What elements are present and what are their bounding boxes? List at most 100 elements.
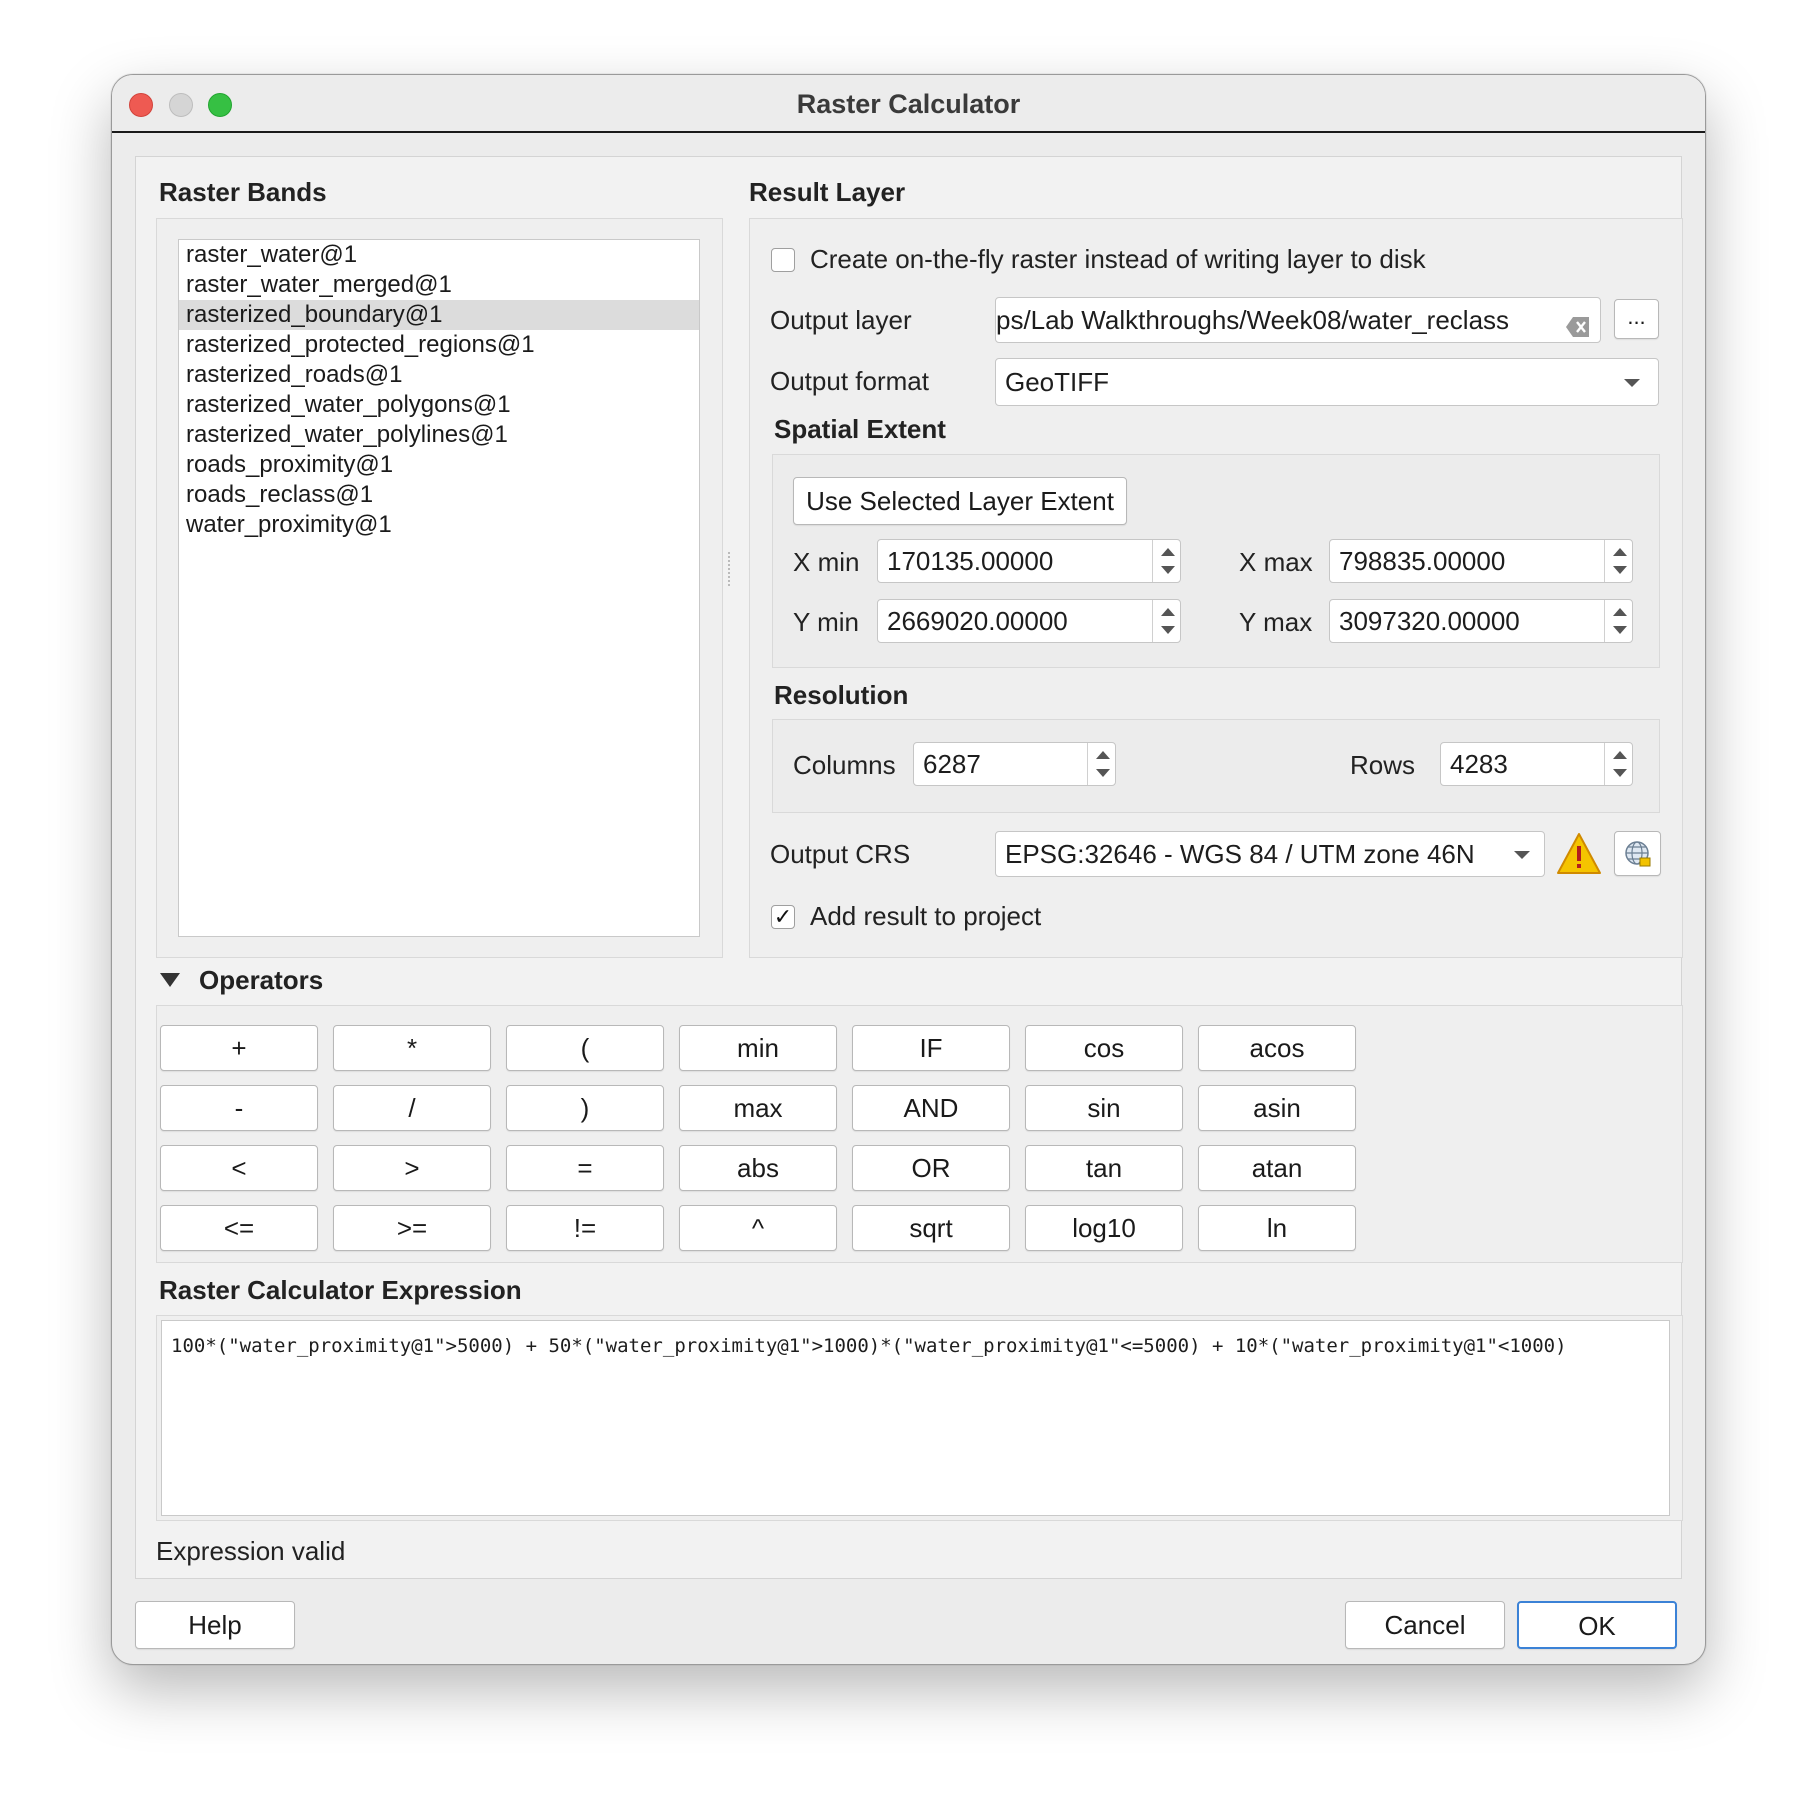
xmax-value: 798835.00000 [1339, 546, 1506, 576]
operator-button[interactable]: < [160, 1145, 318, 1191]
output-format-value: GeoTIFF [1005, 367, 1110, 397]
rows-label: Rows [1350, 750, 1416, 780]
on-the-fly-label: Create on-the-fly raster instead of writ… [810, 244, 1426, 274]
operator-button[interactable]: acos [1198, 1025, 1356, 1071]
clear-icon[interactable] [1566, 309, 1590, 337]
band-list-item[interactable]: water_proximity@1 [179, 510, 699, 540]
output-crs-label: Output CRS [770, 839, 911, 869]
output-format-label: Output format [770, 366, 929, 396]
columns-label: Columns [793, 750, 896, 780]
add-result-label: Add result to project [810, 901, 1042, 931]
operator-button[interactable]: > [333, 1145, 491, 1191]
xmax-stepper[interactable] [1604, 540, 1632, 582]
output-layer-field[interactable]: ps/Lab Walkthroughs/Week08/water_reclass [995, 297, 1601, 343]
triangle-down-icon[interactable] [158, 971, 182, 994]
expression-status: Expression valid [156, 1536, 346, 1566]
operator-button[interactable]: >= [333, 1205, 491, 1251]
operator-button[interactable]: + [160, 1025, 318, 1071]
ok-button[interactable]: OK [1517, 1601, 1677, 1649]
band-list-item[interactable]: raster_water@1 [179, 240, 699, 270]
rows-value: 4283 [1450, 749, 1508, 779]
operator-button[interactable]: atan [1198, 1145, 1356, 1191]
operator-button[interactable]: OR [852, 1145, 1010, 1191]
output-crs-value: EPSG:32646 - WGS 84 / UTM zone 46N [1005, 839, 1475, 869]
operator-button[interactable]: / [333, 1085, 491, 1131]
chevron-down-icon [1514, 851, 1530, 859]
ymin-spinbox[interactable]: 2669020.00000 [877, 599, 1181, 643]
xmin-label: X min [793, 547, 860, 577]
operator-button[interactable]: cos [1025, 1025, 1183, 1071]
xmin-stepper[interactable] [1152, 540, 1180, 582]
cancel-button[interactable]: Cancel [1345, 1601, 1505, 1649]
operator-button[interactable]: - [160, 1085, 318, 1131]
columns-stepper[interactable] [1087, 743, 1115, 785]
operator-button[interactable]: max [679, 1085, 837, 1131]
operator-button[interactable]: log10 [1025, 1205, 1183, 1251]
band-list-item[interactable]: rasterized_water_polylines@1 [179, 420, 699, 450]
xmax-label: X max [1239, 547, 1313, 577]
browse-output-button[interactable]: ... [1614, 299, 1659, 339]
ymax-stepper[interactable] [1604, 600, 1632, 642]
operators-title: Operators [199, 965, 324, 995]
result-layer-title: Result Layer [749, 177, 906, 207]
operators-frame: + *(min IF cos acos - /) max AND sin asin < > = abs OR t… [156, 1005, 1683, 1263]
xmax-spinbox[interactable]: 798835.00000 [1329, 539, 1633, 583]
result-layer-frame: Create on-the-fly raster instead of writ… [749, 218, 1683, 958]
operator-button[interactable]: = [506, 1145, 664, 1191]
rows-stepper[interactable] [1604, 743, 1632, 785]
crs-selector-button[interactable] [1614, 831, 1661, 876]
raster-bands-list[interactable]: raster_water@1 raster_water_merged@1 raste… [178, 239, 700, 937]
band-list-item[interactable]: rasterized_roads@1 [179, 360, 699, 390]
operator-button[interactable]: ^ [679, 1205, 837, 1251]
add-result-checkbox[interactable]: ✓ [771, 905, 795, 929]
output-layer-value: ps/Lab Walkthroughs/Week08/water_reclass [996, 305, 1510, 335]
operator-button[interactable]: <= [160, 1205, 318, 1251]
operator-button[interactable]: AND [852, 1085, 1010, 1131]
help-button[interactable]: Help [135, 1601, 295, 1649]
expression-title: Raster Calculator Expression [159, 1275, 522, 1305]
operator-button[interactable]: abs [679, 1145, 837, 1191]
raster-calculator-window: Raster Calculator Raster Bands raster_wa… [111, 74, 1706, 1665]
ymin-label: Y min [793, 607, 859, 637]
output-layer-label: Output layer [770, 305, 912, 335]
use-selected-layer-extent-button[interactable]: Use Selected Layer Extent [793, 477, 1127, 525]
operator-button[interactable]: tan [1025, 1145, 1183, 1191]
expression-editor[interactable]: 100*("water_proximity@1">5000) + 50*("wa… [161, 1320, 1670, 1516]
expression-frame: 100*("water_proximity@1">5000) + 50*("wa… [156, 1315, 1683, 1521]
ymin-value: 2669020.00000 [887, 606, 1068, 636]
operator-button[interactable]: != [506, 1205, 664, 1251]
band-list-item[interactable]: roads_proximity@1 [179, 450, 699, 480]
warning-icon[interactable] [1556, 832, 1602, 876]
globe-icon [1624, 840, 1652, 875]
band-list-item[interactable]: rasterized_protected_regions@1 [179, 330, 699, 360]
operator-button[interactable]: ) [506, 1085, 664, 1131]
operator-button[interactable]: min [679, 1025, 837, 1071]
operator-button[interactable]: ( [506, 1025, 664, 1071]
output-format-select[interactable]: GeoTIFF [995, 358, 1659, 406]
operator-button[interactable]: sqrt [852, 1205, 1010, 1251]
columns-spinbox[interactable]: 6287 [913, 742, 1116, 786]
operator-button[interactable]: * [333, 1025, 491, 1071]
band-list-item[interactable]: raster_water_merged@1 [179, 270, 699, 300]
band-list-item[interactable]: roads_reclass@1 [179, 480, 699, 510]
xmin-value: 170135.00000 [887, 546, 1054, 576]
operator-button[interactable]: ln [1198, 1205, 1356, 1251]
operator-button[interactable]: asin [1198, 1085, 1356, 1131]
band-list-item[interactable]: rasterized_boundary@1 [179, 300, 699, 330]
xmin-spinbox[interactable]: 170135.00000 [877, 539, 1181, 583]
ymax-value: 3097320.00000 [1339, 606, 1520, 636]
ymax-spinbox[interactable]: 3097320.00000 [1329, 599, 1633, 643]
ymax-label: Y max [1239, 607, 1313, 637]
band-list-item[interactable]: rasterized_water_polygons@1 [179, 390, 699, 420]
spatial-extent-title: Spatial Extent [774, 414, 946, 444]
splitter-handle[interactable] [728, 552, 734, 586]
output-crs-select[interactable]: EPSG:32646 - WGS 84 / UTM zone 46N [995, 831, 1545, 877]
rows-spinbox[interactable]: 4283 [1440, 742, 1633, 786]
chevron-down-icon [1624, 379, 1640, 387]
operator-button[interactable]: sin [1025, 1085, 1183, 1131]
operator-button[interactable]: IF [852, 1025, 1010, 1071]
ymin-stepper[interactable] [1152, 600, 1180, 642]
dialog-content: Raster Bands raster_water@1 raster_water_… [135, 156, 1683, 1579]
columns-value: 6287 [923, 749, 981, 779]
on-the-fly-checkbox[interactable] [771, 248, 795, 272]
